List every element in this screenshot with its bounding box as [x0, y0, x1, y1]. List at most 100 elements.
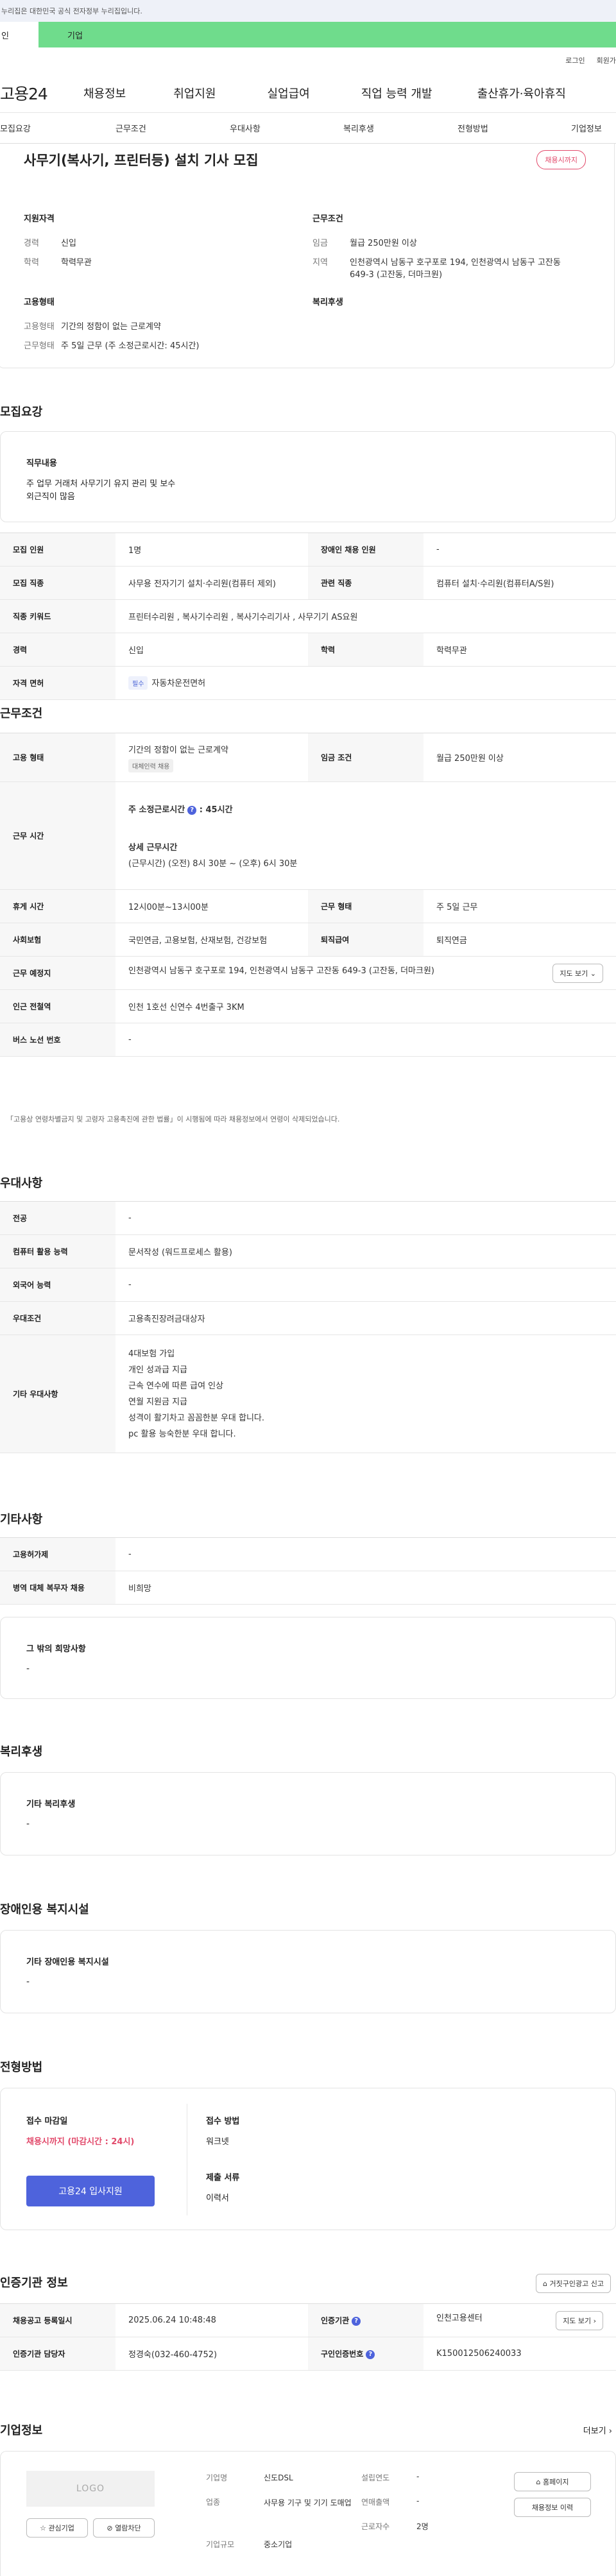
emp-type: 고용형태 기간의 정함이 없는 근로계약 [24, 322, 161, 332]
gnb-item-employment-support[interactable]: 취업지원 [173, 85, 216, 101]
gnb-item-unemployment[interactable]: 실업급여 [268, 85, 310, 101]
duty-title: 직무내용 [26, 459, 57, 468]
cell-value: 정경숙(032-460-4752) [116, 2337, 308, 2371]
tab-individual-label: 인 [1, 31, 9, 41]
table-row: 컴퓨터 활용 능력 문서작성 (워드프로세스 활용) [0, 1234, 616, 1268]
table-row: 직종 키워드 프린터수리원 , 복사기수리원 , 복사기수리기사 , 사무기기 A… [0, 599, 616, 633]
subnav-recruit[interactable]: 모집요강 [0, 122, 31, 134]
gnb-item-leave[interactable]: 출산휴가·육아휴직 [477, 85, 566, 101]
site-logo[interactable]: 고용24 [0, 81, 83, 105]
table-row: 모집 인원 1명 장애인 채용 인원 - [0, 533, 616, 567]
cell-label: 컴퓨터 활용 능력 [0, 1234, 116, 1268]
emp-type-value: 기간의 정함이 없는 근로계약 [128, 745, 228, 755]
cell-label: 모집 인원 [0, 533, 116, 567]
subnav-apply[interactable]: 전형방법 [458, 122, 488, 134]
company-field-value: - [416, 2472, 420, 2481]
other-hope-card: 그 밖의 희망사항 - [0, 1617, 616, 1699]
table-row: 고용 형태 기간의 정함이 없는 근로계약 대체인력 채용 임금 조건 월급 25… [0, 733, 616, 782]
tab-company[interactable]: 기업 [38, 22, 616, 47]
cell-value: 인천 1호선 신연수 4번출구 3KM [116, 989, 616, 1023]
cell-value: 고용촉진장려금대상자 [116, 1301, 616, 1335]
cell-label: 인근 전철역 [0, 989, 116, 1023]
table-row: 사회보험 국민연금, 고용보험, 산재보험, 건강보험 퇴직급여 퇴직연금 [0, 923, 616, 957]
cert-section-title: 인증기관 정보 [0, 2276, 68, 2290]
cell-label: 사회보험 [0, 923, 116, 957]
company-field-value: 신도DSL [264, 2473, 293, 2482]
cell-value: 4대보험 가입 개인 성과급 지급 근속 연수에 따른 급여 인상 연월 지원금… [116, 1335, 616, 1453]
cell-label: 모집 직종 [0, 566, 116, 600]
cell-label: 기타 우대사항 [0, 1335, 116, 1453]
global-nav: 고용24 채용정보 취업지원 실업급여 직업 능력 개발 출산휴가·육아휴직 [0, 73, 616, 113]
gnb-item-jobs[interactable]: 채용정보 [83, 85, 126, 101]
report-button[interactable]: ⌂ 거짓구인광고 신고 [536, 2274, 611, 2293]
other-hope-value: - [26, 1664, 30, 1674]
cell-label: 병역 대체 복무자 채용 [0, 1571, 116, 1605]
subnav-pref[interactable]: 우대사항 [230, 122, 261, 134]
disabled-section-title: 장애인용 복지시설 [0, 1903, 89, 1916]
cert-table: 채용공고 등록일시 2025.06.24 10:48:48 인증기관? 인천고용센터 지… [0, 2303, 616, 2371]
recruit-section-title: 모집요강 [0, 405, 43, 419]
cell-value: 2025.06.24 10:48:48 [116, 2303, 308, 2337]
info-icon[interactable]: ? [366, 2350, 375, 2359]
table-row: 인증기관 담당자 정경숙(032-460-4752) 구인인증번호? K1500125… [0, 2337, 616, 2371]
cell-label: 고용 형태 [0, 733, 116, 782]
company-logo: LOGO [26, 2471, 155, 2507]
emp-title: 고용형태 [24, 298, 55, 307]
subnav-welfare[interactable]: 복리후생 [343, 122, 374, 134]
cell-label: 전공 [0, 1201, 116, 1235]
interest-button[interactable]: ☆ 관심기업 [26, 2518, 88, 2538]
info-icon[interactable]: ? [187, 805, 197, 815]
welfare-card: 기타 복리후생 - [0, 1772, 616, 1855]
subnav-company[interactable]: 기업정보 [571, 122, 602, 134]
cell-label: 경력 [0, 633, 116, 667]
cell-label: 인증기관 담당자 [0, 2337, 116, 2371]
duty-line-1: 주 업무 거래처 사무기기 유지 관리 및 보수 [26, 479, 176, 489]
work-table: 고용 형태 기간의 정함이 없는 근로계약 대체인력 채용 임금 조건 월급 25… [0, 733, 616, 1057]
apply-card: 접수 마감일 채용시까지 (마감시간 : 24시) 고용24 입사지원 접수 방… [0, 2088, 616, 2230]
cert-map-button[interactable]: 지도 보기 › [556, 2310, 603, 2330]
cell-value: 컴퓨터 설치·수리원(컴퓨터A/S원) [424, 566, 616, 600]
duty-line-2: 외근직이 많음 [26, 492, 75, 502]
gnb-item-training[interactable]: 직업 능력 개발 [361, 85, 432, 101]
join-link[interactable]: 회원가 [597, 55, 616, 65]
job-history-button[interactable]: 채용정보 이력 [514, 2498, 591, 2517]
cell-label: 채용공고 등록일시 [0, 2303, 116, 2337]
subnav-work[interactable]: 근무조건 [116, 122, 146, 134]
table-row: 휴게 시간 12시00분~13시00분 근무 형태 주 5일 근무 [0, 889, 616, 923]
cell-label: 퇴직급여 [308, 923, 424, 957]
tab-individual[interactable]: 인 [0, 22, 38, 47]
company-field-label: 연매출액 [361, 2498, 390, 2507]
site-tabbar: 인 기업 [0, 22, 616, 47]
cell-label: 우대조건 [0, 1301, 116, 1335]
method-value: 워크넷 [206, 2137, 229, 2147]
time-detail-title: 상세 근무시간 [128, 843, 178, 853]
cell-label: 고용허가제 [0, 1537, 116, 1571]
table-row: 버스 노선 번호 - [0, 1023, 616, 1057]
homepage-button[interactable]: ⌂ 홈페이지 [514, 2472, 591, 2491]
company-more-link[interactable]: 더보기 › [583, 2424, 612, 2436]
apply-button[interactable]: 고용24 입사지원 [26, 2176, 155, 2206]
cell-label: 근무 형태 [308, 889, 424, 923]
other-table: 고용허가제 - 병역 대체 복무자 채용 비희망 [0, 1537, 616, 1605]
login-link[interactable]: 로그인 [565, 55, 585, 65]
deadline-value: 채용시까지 (마감시간 : 24시) [26, 2137, 135, 2147]
cell-label: 관련 직종 [308, 566, 424, 600]
cell-value: - [424, 533, 616, 567]
info-icon[interactable]: ? [352, 2316, 361, 2326]
cert-org-value: 인천고용센터 [436, 2313, 483, 2323]
license-value: 자동차운전면허 [151, 679, 206, 688]
disabled-box-value: - [26, 1977, 30, 1987]
cell-value: 인천고용센터 지도 보기 › [424, 2303, 616, 2337]
table-row: 자격 면허 필수 자동차운전면허 [0, 666, 616, 700]
section-subnav: 모집요강 근무조건 우대사항 복리후생 전형방법 기업정보 [0, 113, 616, 144]
cell-value: - [116, 1537, 616, 1571]
cell-value: 주 5일 근무 [424, 889, 616, 923]
company-field-label: 기업명 [206, 2473, 228, 2482]
map-button[interactable]: 지도 보기 ⌄ [552, 963, 603, 983]
status-badge: 채용시까지 [536, 150, 586, 169]
cell-value: 문서작성 (워드프로세스 활용) [116, 1234, 616, 1268]
cell-label: 근무 시간 [0, 781, 116, 890]
block-button[interactable]: ⊘ 열람차단 [93, 2518, 155, 2538]
cell-label: 버스 노선 번호 [0, 1023, 116, 1057]
pref-section-title: 우대사항 [0, 1177, 43, 1190]
